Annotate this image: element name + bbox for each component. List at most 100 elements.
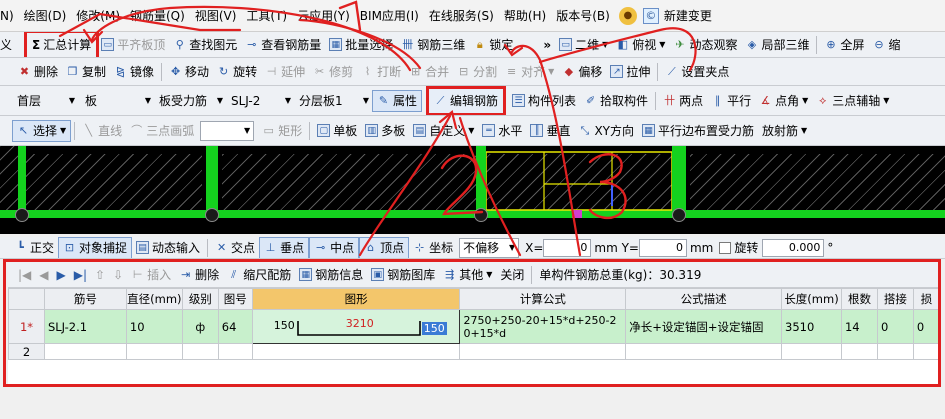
next-record-button[interactable]: ▶ [53, 264, 70, 286]
shape-right-value[interactable]: 150 [421, 321, 447, 335]
insert-button[interactable]: ⊢ 插入 [127, 264, 175, 286]
col-header-formula[interactable]: 计算公式 [459, 288, 627, 310]
rect-button[interactable]: ▭ 矩形 [258, 120, 306, 142]
cell-count[interactable] [840, 343, 878, 360]
menu-new-change[interactable]: 新建变更 [659, 7, 717, 24]
parallel-edge-button[interactable]: ▦ 平行边布置受力筋 [638, 120, 758, 142]
prev-record-button[interactable]: ◀ [35, 264, 52, 286]
two-points-button[interactable]: 卄两点 [659, 90, 707, 112]
new-change-icon[interactable]: © [642, 7, 659, 24]
single-board-button[interactable]: ▢ 单板 [313, 120, 361, 142]
x-input[interactable]: 0 [543, 238, 592, 257]
col-header-count[interactable]: 根数 [840, 288, 878, 310]
cell-grade[interactable]: ф [181, 309, 219, 344]
batch-select-button[interactable]: ▦ 批量选择 [325, 34, 397, 56]
rebar-lib-button[interactable]: ▣ 钢筋图库 [367, 264, 439, 286]
set-grip-button[interactable]: ⟋ 设置夹点 [661, 61, 733, 83]
close-button[interactable]: 关闭 [496, 264, 528, 286]
extend-button[interactable]: ⊣ 延伸 [261, 61, 309, 83]
cell-count[interactable]: 14 [840, 309, 878, 344]
shape-left-value[interactable]: 150 [274, 319, 295, 332]
align-dropdown[interactable]: ≡ 对齐 ▼ [501, 61, 558, 83]
point-angle-dropdown[interactable]: ∡ 点角 ▼ [755, 90, 812, 112]
cell-desc[interactable]: 净长+设定锚固+设定锚固 [625, 309, 783, 344]
snap-toggle[interactable]: ⊡ 对象捕捉 [58, 237, 133, 258]
delete-button[interactable]: ✖ 删除 [14, 61, 62, 83]
y-input[interactable]: 0 [638, 238, 687, 257]
cell-length[interactable]: 3510 [781, 309, 842, 344]
col-header-desc[interactable]: 公式描述 [625, 288, 783, 310]
subtype-select[interactable]: 板受力筋 ▼ [156, 91, 226, 111]
shape-mid-value[interactable]: 3210 [346, 317, 374, 330]
intersection-toggle[interactable]: ✕ 交点 [211, 237, 259, 258]
copy-button[interactable]: ❐ 复制 [62, 61, 110, 83]
cell-formula[interactable]: 2750+250-20+15*d+250-20+15*d [459, 309, 627, 344]
menu-rebar-qty[interactable]: 钢筋量(Q) [125, 7, 190, 24]
menu-item-cut[interactable]: N) [0, 9, 19, 23]
last-record-button[interactable]: ▶| [70, 264, 91, 286]
col-header-grade[interactable]: 级别 [181, 288, 219, 310]
pick-element-button[interactable]: ✐ 拾取构件 [580, 90, 652, 112]
col-header-name[interactable]: 筋号 [43, 288, 127, 310]
cell-name[interactable]: SLJ-2.1 [43, 309, 127, 344]
table-row[interactable]: 1* SLJ-2.1 10 ф 64 150 3210 150 2750+250… [8, 309, 941, 344]
menu-online[interactable]: 在线服务(S) [424, 7, 499, 24]
dynamic-view-button[interactable]: ✈ 动态观察 [669, 34, 741, 56]
local-3d-button[interactable]: ◈ 局部三维 [741, 34, 813, 56]
menu-draw[interactable]: 绘图(D) [19, 7, 72, 24]
cell-diameter[interactable] [125, 343, 183, 360]
col-header-diameter[interactable]: 直径(mm) [125, 288, 183, 310]
cell-fig-no[interactable] [217, 343, 253, 360]
sum-calc-button[interactable]: Σ 汇总计算 [24, 32, 100, 57]
radial-dropdown[interactable]: 放射筋 ▼ [758, 120, 811, 142]
custom-dropdown[interactable]: ▤ 自定义 ▼ [409, 120, 478, 142]
dyn-input-toggle[interactable]: ▤ 动态输入 [132, 237, 204, 258]
top-view-dropdown[interactable]: ◧ 俯视 ▼ [612, 34, 669, 56]
layer-select[interactable]: 分层板1 ▼ [296, 91, 372, 111]
coord-toggle[interactable]: ⊹ 坐标 [409, 237, 457, 258]
arc-button[interactable]: ⌒ 三点画弧 [126, 120, 198, 142]
midpoint-toggle[interactable]: ⊸ 中点 [309, 237, 360, 258]
parallel-button[interactable]: ∥ 平行 [707, 90, 755, 112]
horizontal-button[interactable]: ═ 水平 [478, 120, 526, 142]
arc-option-select[interactable]: ▼ [200, 120, 255, 141]
beam-horizontal[interactable] [0, 210, 945, 218]
element-list-button[interactable]: ☰ 构件列表 [508, 90, 580, 112]
menu-cloud[interactable]: 云应用(Y) [292, 7, 355, 24]
rotate-button[interactable]: ↻ 旋转 [213, 61, 261, 83]
cell-loss[interactable] [912, 343, 941, 360]
rotate-checkbox[interactable] [719, 241, 732, 254]
menu-bim[interactable]: BIM应用(I) [355, 7, 424, 24]
other-dropdown[interactable]: ⇶ 其他 ▼ [439, 264, 496, 286]
angle-input[interactable]: 0.000 [762, 238, 825, 257]
properties-button[interactable]: ✎ 属性 [372, 89, 423, 112]
col-header-fig-no[interactable]: 图号 [217, 288, 253, 310]
first-record-button[interactable]: |◀ [14, 264, 35, 286]
vertical-button[interactable]: ║ 垂直 [526, 120, 574, 142]
line-button[interactable]: ╲ 直线 [78, 120, 126, 142]
flat-top-button[interactable]: ▭ 平齐板顶 [97, 34, 169, 56]
cell-name[interactable] [43, 343, 127, 360]
move-button[interactable]: ✥ 移动 [165, 61, 213, 83]
scale-rebar-button[interactable]: ⫽ 缩尺配筋 [223, 264, 295, 286]
cell-lap[interactable] [876, 343, 914, 360]
trim-button[interactable]: ✂ 修剪 [309, 61, 357, 83]
avatar-icon[interactable]: ● [618, 6, 637, 25]
menu-modify[interactable]: 修改(M) [71, 7, 125, 24]
cell-shape[interactable] [251, 343, 461, 360]
break-button[interactable]: ⌇ 打断 [357, 61, 405, 83]
rebar-3d-button[interactable]: 卌钢筋三维 [397, 34, 469, 56]
multi-board-button[interactable]: ▥ 多板 [361, 120, 409, 142]
ortho-toggle[interactable]: ┗ 正交 [10, 237, 58, 258]
xy-dir-button[interactable]: ⤡ XY方向 [574, 120, 638, 142]
lock-button[interactable]: 🔒︎ 锁定 [469, 34, 517, 56]
menu-version[interactable]: 版本号(B) [551, 7, 615, 24]
view-2d-dropdown[interactable]: ▭ 二维 ▼ [555, 34, 612, 56]
element-name-select[interactable]: SLJ-2 ▼ [228, 91, 294, 111]
overflow-chevron-icon[interactable]: » [539, 34, 555, 56]
cell-shape[interactable]: 150 3210 150 [251, 309, 461, 344]
menu-tools[interactable]: 工具(T) [241, 7, 292, 24]
col-header-shape[interactable]: 图形 [251, 288, 461, 310]
cell-fig-no[interactable]: 64 [217, 309, 253, 344]
zoom-button[interactable]: ⊖ 缩 [868, 34, 904, 56]
